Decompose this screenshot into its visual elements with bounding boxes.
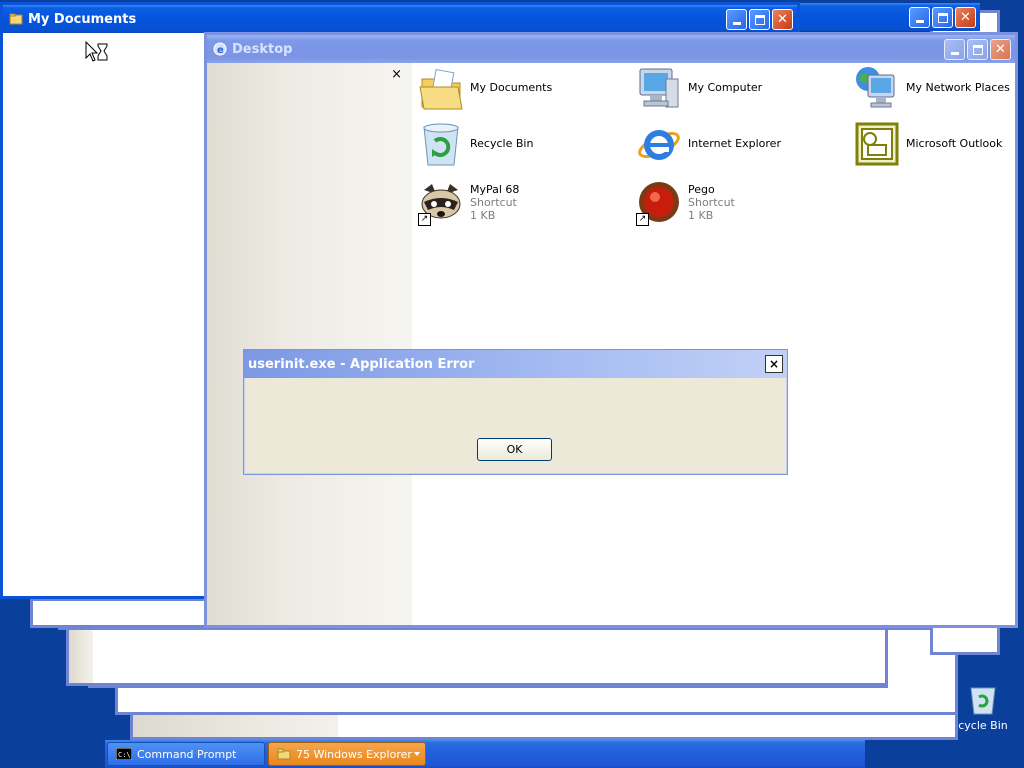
- tasks-pane-close-button[interactable]: ×: [391, 67, 402, 82]
- dialog-title: userinit.exe - Application Error: [244, 350, 787, 378]
- close-button[interactable]: ✕: [772, 9, 793, 30]
- explorer-window-icon: e: [213, 42, 227, 56]
- desktop-item-recycle-bin[interactable]: Recycle Bin: [418, 121, 533, 167]
- item-label: Microsoft Outlook: [906, 137, 1003, 150]
- desktop-titlebar: e Desktop ✕: [207, 35, 1015, 63]
- minimize-button[interactable]: [944, 39, 965, 60]
- minimize-button[interactable]: [726, 9, 747, 30]
- network-places-icon: [856, 67, 895, 108]
- taskbar-item-command-prompt[interactable]: C:\ Command Prompt: [107, 742, 265, 766]
- taskbar-item-windows-explorer[interactable]: 75 Windows Explorer: [268, 742, 426, 766]
- maximize-button[interactable]: [967, 39, 988, 60]
- item-label: Recycle Bin: [470, 137, 534, 150]
- ok-button[interactable]: OK: [477, 438, 552, 461]
- my-documents-titlebar: My Documents ✕: [3, 5, 797, 33]
- internet-explorer-icon: [638, 130, 680, 160]
- desktop-item-microsoft-outlook[interactable]: Microsoft Outlook: [854, 121, 1002, 167]
- desktop-item-my-computer[interactable]: My Computer: [636, 65, 762, 111]
- cmd-icon: C:\: [116, 748, 132, 760]
- recycle-bin-icon: [423, 123, 459, 166]
- item-label: Internet Explorer: [688, 137, 781, 150]
- taskbar: C:\ Command Prompt 75 Windows Explorer: [105, 740, 865, 768]
- tasks-pane: ×: [207, 63, 412, 625]
- folder-icon: [277, 748, 291, 760]
- shortcut-arrow-icon: ↗: [418, 213, 431, 226]
- desktop-item-my-network-places[interactable]: My Network Places: [854, 65, 1010, 111]
- folder-icon: [9, 13, 23, 25]
- svg-text:C:\: C:\: [118, 751, 131, 759]
- item-label: Pego: [688, 183, 715, 196]
- busy-cursor-icon: [85, 41, 108, 62]
- desktop-item-internet-explorer[interactable]: Internet Explorer: [636, 121, 781, 167]
- application-error-dialog: userinit.exe - Application Error × OK: [243, 349, 788, 475]
- maximize-button[interactable]: [749, 9, 770, 30]
- taskbar-item-label: 75 Windows Explorer: [296, 747, 412, 761]
- recycle-bin-icon: [970, 687, 996, 715]
- item-type: Shortcut: [470, 196, 517, 209]
- window-title: My Documents: [28, 11, 137, 27]
- item-size: 1 KB: [688, 209, 714, 222]
- desktop-recycle-bin[interactable]: cycle Bin: [958, 684, 1008, 732]
- computer-icon: [639, 68, 679, 108]
- window-title: Desktop: [232, 41, 293, 57]
- desktop-item-mypal[interactable]: ↗ MyPal 68 Shortcut 1 KB: [418, 180, 519, 226]
- outlook-icon: [855, 122, 899, 166]
- chevron-down-icon: [414, 752, 420, 756]
- dialog-close-button[interactable]: ×: [765, 355, 783, 373]
- close-button[interactable]: ✕: [990, 39, 1011, 60]
- desktop-window: e Desktop ✕ × My Documents My Computer M…: [204, 32, 1018, 628]
- taskbar-item-label: Command Prompt: [137, 747, 237, 761]
- minimize-button[interactable]: [909, 7, 930, 28]
- item-label: MyPal 68: [470, 183, 520, 196]
- item-label: My Computer: [688, 81, 763, 94]
- desktop-icon-label: cycle Bin: [958, 719, 1008, 732]
- desktop-item-pego[interactable]: ↗ Pego Shortcut 1 KB: [636, 180, 735, 226]
- desktop-item-my-documents[interactable]: My Documents: [418, 65, 552, 111]
- item-type: Shortcut: [688, 196, 735, 209]
- shortcut-arrow-icon: ↗: [636, 213, 649, 226]
- background-window-titlebar: ✕: [800, 3, 980, 31]
- folder-documents-icon: [419, 69, 463, 110]
- item-label: My Documents: [470, 81, 553, 94]
- svg-text:e: e: [217, 45, 224, 56]
- item-size: 1 KB: [470, 209, 496, 222]
- close-button[interactable]: ✕: [955, 7, 976, 28]
- item-label: My Network Places: [906, 81, 1010, 94]
- maximize-button[interactable]: [932, 7, 953, 28]
